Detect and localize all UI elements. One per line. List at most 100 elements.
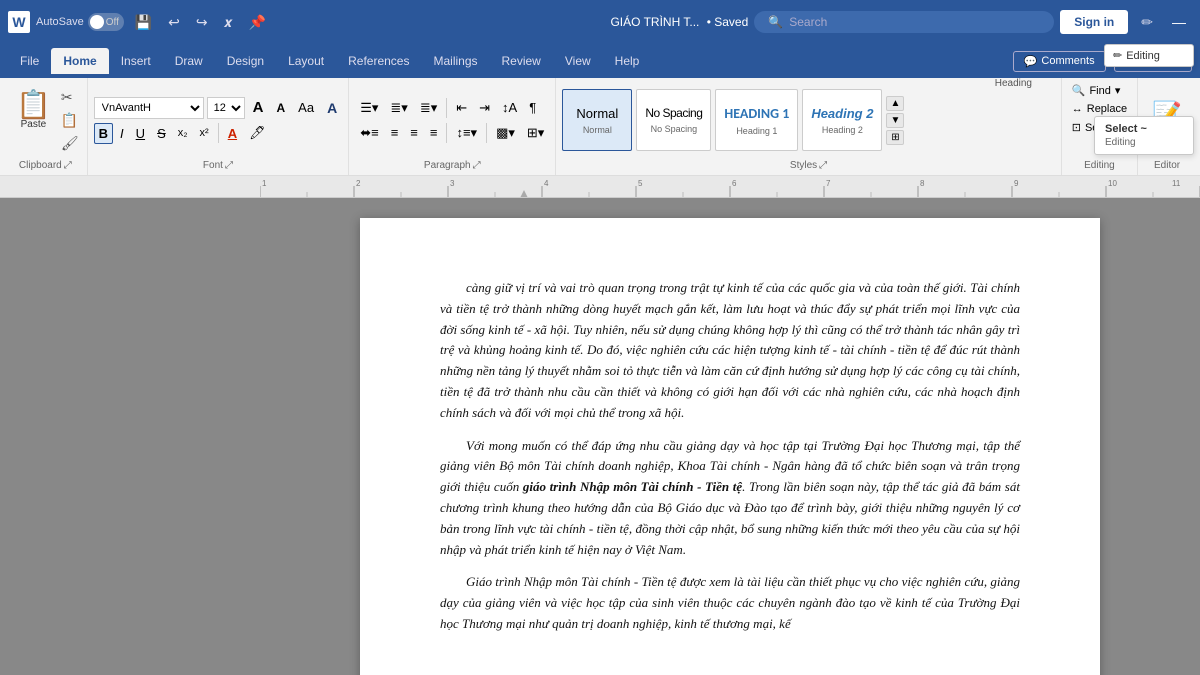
- select-panel-row: Select ~: [1105, 123, 1183, 135]
- find-button[interactable]: 🔍 Find ▾: [1068, 82, 1125, 99]
- cut-button[interactable]: ✂: [59, 87, 81, 108]
- font-group: VnAvantH 12 A A Aa A B I U S: [88, 78, 350, 175]
- svg-text:2: 2: [356, 179, 361, 188]
- copy-button[interactable]: 📋: [59, 110, 81, 131]
- style-heading2[interactable]: Heading 2 Heading 2: [802, 89, 882, 151]
- para-sep3: [486, 123, 487, 143]
- tab-mailings[interactable]: Mailings: [421, 48, 489, 74]
- strikethrough-button[interactable]: S: [152, 123, 171, 144]
- para-sep2: [446, 123, 447, 143]
- tab-design[interactable]: Design: [215, 48, 276, 74]
- subscript-button[interactable]: x₂: [173, 124, 193, 142]
- decrease-indent-button[interactable]: ⇤: [451, 97, 472, 119]
- bold-phrase: giáo trình Nhập môn Tài chính - Tiền tệ: [523, 479, 742, 494]
- clipboard-sub-buttons: ✂ 📋 🖌: [59, 87, 81, 154]
- paste-button[interactable]: 📋 Paste: [10, 87, 57, 154]
- font-shrink-button[interactable]: A: [272, 98, 291, 118]
- increase-indent-button[interactable]: ⇥: [474, 97, 495, 119]
- justify-button[interactable]: ≡: [425, 122, 443, 143]
- styles-scroll-down[interactable]: ▼: [886, 113, 904, 128]
- text-color-button[interactable]: A: [223, 123, 242, 144]
- styles-expand[interactable]: ⊞: [886, 130, 904, 145]
- numbering-button[interactable]: ≣▾: [385, 97, 412, 119]
- svg-text:4: 4: [544, 179, 549, 188]
- style-no-spacing[interactable]: No Spacing No Spacing: [636, 89, 711, 151]
- tab-file[interactable]: File: [8, 48, 51, 74]
- superscript-button[interactable]: x²: [195, 124, 214, 142]
- autosave-area: AutoSave Off: [36, 13, 124, 31]
- tab-insert[interactable]: Insert: [109, 48, 163, 74]
- align-left-button[interactable]: ⬌≡: [355, 122, 383, 144]
- multilevel-button[interactable]: ≣▾: [415, 97, 442, 119]
- styles-scroll-up[interactable]: ▲: [886, 96, 904, 111]
- tab-draw[interactable]: Draw: [163, 48, 215, 74]
- style-normal[interactable]: Normal Normal: [562, 89, 632, 151]
- font-controls: VnAvantH 12 A A Aa A B I U S: [94, 96, 343, 144]
- clipboard-expand-icon[interactable]: ⤢: [64, 160, 72, 171]
- para-row2: ⬌≡ ≡ ≡ ≡ ↕≡▾ ▩▾ ⊞▾: [355, 122, 549, 144]
- select-icon: ⊡: [1072, 121, 1081, 134]
- comments-button[interactable]: 💬 Comments: [1013, 51, 1106, 72]
- styles-label: Styles ⤢: [790, 158, 827, 171]
- undo-icon[interactable]: ↩: [163, 12, 185, 33]
- save-icon[interactable]: 💾: [130, 12, 157, 33]
- tab-home[interactable]: Home: [51, 48, 108, 74]
- pen-icon[interactable]: ✏: [1136, 12, 1158, 33]
- underline-button[interactable]: U: [131, 123, 150, 144]
- ruler: 1 2 3 4 5 6 7 8 9 10 11: [0, 176, 1200, 198]
- font-color-top-button[interactable]: A: [322, 97, 342, 119]
- align-right-button[interactable]: ≡: [405, 122, 423, 143]
- clipboard-group: 📋 Paste ✂ 📋 🖌 Clipboard ⤢: [4, 78, 88, 175]
- tab-review[interactable]: Review: [490, 48, 553, 74]
- italic-button[interactable]: I: [115, 123, 129, 144]
- font-family-select[interactable]: VnAvantH: [94, 97, 204, 119]
- select-panel-label[interactable]: Select ~: [1105, 123, 1147, 135]
- tab-references[interactable]: References: [336, 48, 421, 74]
- replace-button[interactable]: ↔ Replace: [1068, 101, 1131, 117]
- svg-text:3: 3: [450, 179, 455, 188]
- search-bar[interactable]: 🔍: [754, 11, 1054, 33]
- bold-button[interactable]: B: [94, 123, 113, 144]
- font-size-select[interactable]: 12: [207, 97, 245, 119]
- clipboard-content: 📋 Paste ✂ 📋 🖌: [10, 82, 81, 158]
- tab-help[interactable]: Help: [603, 48, 652, 74]
- font-row2: B I U S x₂ x² A 🖊: [94, 122, 343, 144]
- minimize-button[interactable]: —: [1166, 12, 1192, 32]
- format-painter-button[interactable]: 🖌: [59, 133, 81, 154]
- svg-text:7: 7: [826, 179, 831, 188]
- tab-layout[interactable]: Layout: [276, 48, 336, 74]
- change-case-button[interactable]: Aa: [293, 97, 319, 118]
- font-grow-button[interactable]: A: [248, 96, 269, 119]
- redo-icon[interactable]: ↪: [191, 12, 213, 33]
- sort-button[interactable]: ↕A: [497, 97, 522, 118]
- bullets-button[interactable]: ☰▾: [355, 97, 383, 119]
- style-heading1[interactable]: HEADING 1 Heading 1: [715, 89, 798, 151]
- align-center-button[interactable]: ≡: [386, 122, 404, 143]
- show-formatting-button[interactable]: ¶: [524, 97, 541, 118]
- paragraph-expand-icon[interactable]: ⤢: [473, 160, 481, 171]
- editor-label: Editor: [1154, 158, 1180, 171]
- find-chevron: ▾: [1115, 84, 1121, 97]
- document-content[interactable]: càng giữ vị trí và vai trò quan trọng tr…: [260, 198, 1200, 675]
- line-spacing-button[interactable]: ↕≡▾: [451, 122, 482, 144]
- document-page: càng giữ vị trí và vai trò quan trọng tr…: [360, 218, 1100, 675]
- autosave-toggle[interactable]: Off: [88, 13, 124, 31]
- doc-title: GIÁO TRÌNH T... • Saved: [610, 15, 748, 29]
- shading-button[interactable]: ▩▾: [491, 122, 520, 144]
- styles-expand-icon[interactable]: ⤢: [819, 160, 827, 171]
- search-input[interactable]: [789, 15, 989, 29]
- clipboard-area: 📋 Paste ✂ 📋 🖌: [10, 87, 81, 154]
- highlight-button[interactable]: 🖊: [244, 122, 271, 144]
- svg-text:11: 11: [1172, 179, 1181, 188]
- word-logo: W: [8, 11, 30, 33]
- svg-text:6: 6: [732, 179, 737, 188]
- document-sidebar: [0, 198, 260, 675]
- editing-dropdown-content: ✏ Editing: [1113, 49, 1185, 62]
- paragraph-2: Với mong muốn có thể đáp ứng nhu cầu giả…: [440, 436, 1020, 561]
- font-expand-icon[interactable]: ⤢: [225, 160, 233, 171]
- tab-view[interactable]: View: [553, 48, 603, 74]
- signin-button[interactable]: Sign in: [1060, 10, 1128, 34]
- borders-button[interactable]: ⊞▾: [522, 122, 549, 144]
- document-text: càng giữ vị trí và vai trò quan trọng tr…: [440, 278, 1020, 635]
- style-normal-text: Normal: [576, 106, 618, 121]
